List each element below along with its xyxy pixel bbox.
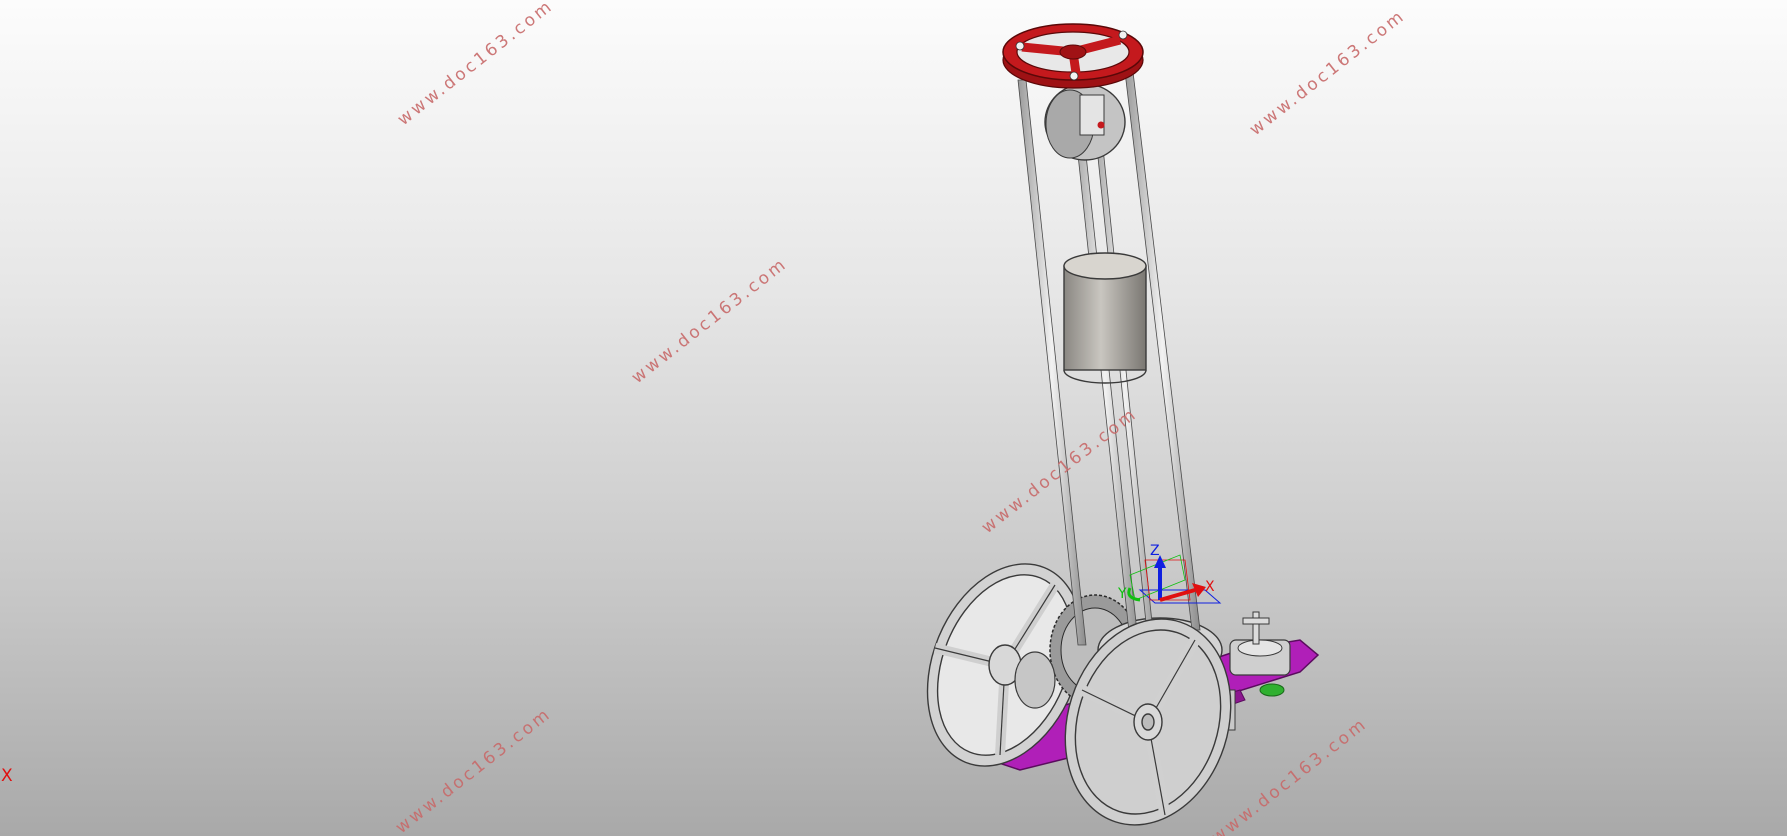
corner-axis-label: X <box>1 766 13 786</box>
top-handwheel[interactable] <box>1002 23 1144 89</box>
triad-x-label: X <box>1205 579 1215 595</box>
triad-z-label: Z <box>1150 543 1160 559</box>
triad-y-label: Y <box>1117 586 1127 602</box>
3d-viewport[interactable]: Z X Y www.doc163.com www.doc163.com www.… <box>0 0 1787 836</box>
upper-pulley[interactable] <box>1044 83 1126 161</box>
model-canvas[interactable]: Z X Y <box>0 0 1787 836</box>
counterweight-cylinder[interactable] <box>1063 252 1147 384</box>
